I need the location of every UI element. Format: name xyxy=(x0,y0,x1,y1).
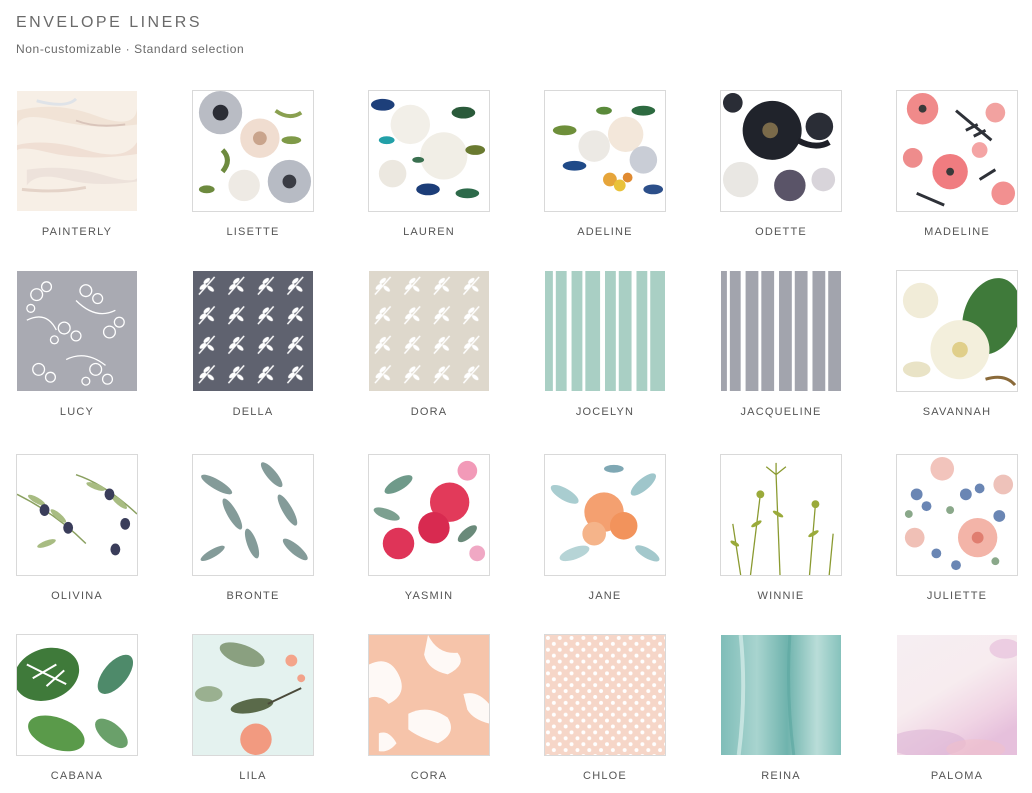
liner-swatch-image xyxy=(192,270,314,392)
liner-swatch-image xyxy=(896,270,1018,392)
liner-swatch-image xyxy=(192,454,314,576)
liner-label: CABANA xyxy=(50,770,104,782)
liner-swatch-image xyxy=(368,634,490,756)
liner-label: OLIVINA xyxy=(51,590,103,602)
liner-swatch-image xyxy=(368,454,490,576)
liner-swatch-image xyxy=(544,634,666,756)
liner-label: ADELINE xyxy=(577,226,633,238)
liner-swatch-image xyxy=(16,90,138,212)
liner-swatch-image xyxy=(544,270,666,392)
liner-swatch-image xyxy=(896,454,1018,576)
liner-swatch-image xyxy=(720,454,842,576)
liner-swatch-image xyxy=(16,454,138,576)
liner-label: MADELINE xyxy=(924,226,990,238)
liner-swatch-image xyxy=(896,90,1018,212)
liner-swatch-image xyxy=(720,90,842,212)
liner-swatch-image xyxy=(192,90,314,212)
liner-swatch-image xyxy=(16,634,138,756)
liner-label: PAINTERLY xyxy=(41,226,113,238)
liner-label: PALOMA xyxy=(930,770,984,782)
liner-label: LAUREN xyxy=(403,226,455,238)
liner-label: ODETTE xyxy=(755,226,807,238)
liner-label: CHLOE xyxy=(583,770,627,782)
liner-swatch-image xyxy=(192,634,314,756)
liner-label: CORA xyxy=(410,770,448,782)
liner-label: REINA xyxy=(761,770,801,782)
liner-label: YASMIN xyxy=(404,590,454,602)
liner-swatch-image xyxy=(16,270,138,392)
liner-label: JOCELYN xyxy=(575,406,635,418)
liner-label: JULIETTE xyxy=(926,590,988,602)
liner-label: LILA xyxy=(239,770,267,782)
liner-swatch-image xyxy=(544,454,666,576)
liner-swatch-image xyxy=(896,634,1018,756)
liner-label: LISETTE xyxy=(226,226,280,238)
liner-label: SAVANNAH xyxy=(922,406,992,418)
liner-swatch-image xyxy=(720,270,842,392)
liner-label: DELLA xyxy=(232,406,274,418)
liner-swatch-image xyxy=(368,90,490,212)
liner-swatch-image xyxy=(544,90,666,212)
liner-label: BRONTE xyxy=(226,590,280,602)
liner-swatch-image xyxy=(368,270,490,392)
liner-label: LUCY xyxy=(59,406,95,418)
liner-label: WINNIE xyxy=(757,590,805,602)
liner-label: JANE xyxy=(588,590,622,602)
liner-label: JACQUELINE xyxy=(740,406,822,418)
liner-label: DORA xyxy=(410,406,448,418)
liner-grid: PAINTERLY LISETTE LAUREN ADELINE ODETTE … xyxy=(0,0,1032,793)
liner-swatch-image xyxy=(720,634,842,756)
